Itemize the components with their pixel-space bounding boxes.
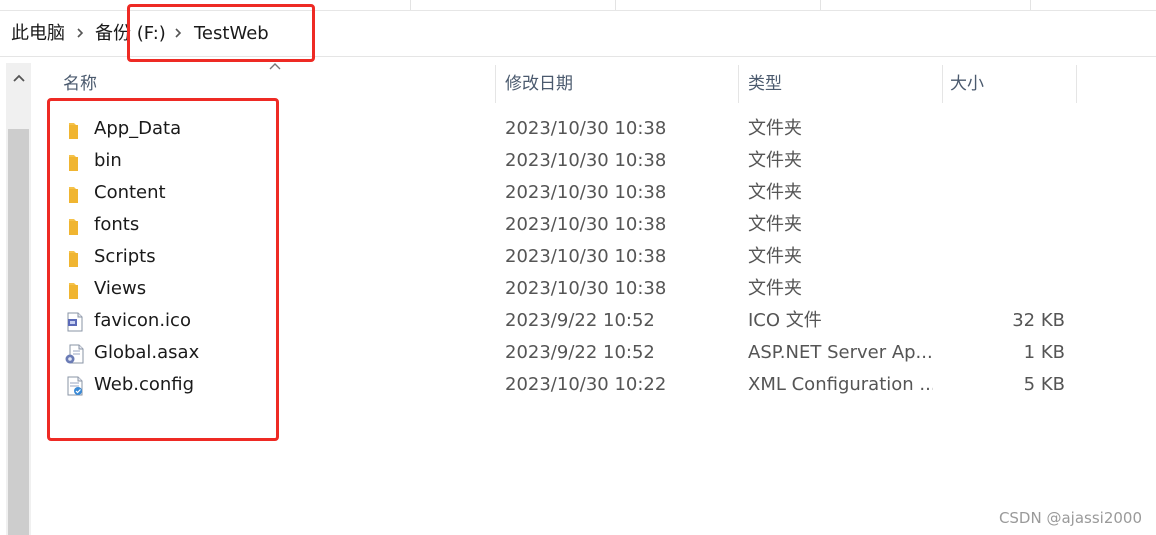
folder-icon <box>69 155 78 171</box>
column-header-name[interactable]: 名称 <box>53 63 495 105</box>
breadcrumb-drive[interactable]: 备份 (F:) <box>95 11 166 56</box>
file-type: 文件夹 <box>748 150 802 171</box>
file-modified: 2023/10/30 10:38 <box>505 214 667 235</box>
vertical-scrollbar[interactable] <box>6 63 31 535</box>
file-size: 5 KB <box>1023 374 1065 395</box>
chevron-right-icon[interactable] <box>170 25 186 41</box>
folder-icon <box>69 219 78 235</box>
file-type: ASP.NET Server Ap... <box>748 342 933 363</box>
file-name: Scripts <box>94 246 156 267</box>
file-type: 文件夹 <box>748 278 802 299</box>
file-modified: 2023/10/30 10:38 <box>505 246 667 267</box>
scrollbar-thumb[interactable] <box>8 129 29 535</box>
file-type: XML Configuration ... <box>748 374 933 395</box>
file-modified: 2023/9/22 10:52 <box>505 342 655 363</box>
file-modified: 2023/10/30 10:38 <box>505 182 667 203</box>
column-header-row: 名称 修改日期 类型 大小 <box>40 63 1156 105</box>
file-modified: 2023/9/22 10:52 <box>505 310 655 331</box>
breadcrumb-current-folder[interactable]: TestWeb <box>194 11 269 56</box>
file-name: favicon.ico <box>94 310 191 331</box>
file-row[interactable]: Web.config 2023/10/30 10:22 XML Configur… <box>40 369 1156 401</box>
file-row[interactable]: App_Data 2023/10/30 10:38 文件夹 <box>40 113 1156 145</box>
file-row[interactable]: Global.asax 2023/9/22 10:52 ASP.NET Serv… <box>40 337 1156 369</box>
address-bar[interactable]: 此电脑 备份 (F:) TestWeb <box>0 11 1156 57</box>
toolbar-divider <box>820 0 821 10</box>
file-modified: 2023/10/30 10:38 <box>505 150 667 171</box>
breadcrumb-this-pc[interactable]: 此电脑 <box>11 11 65 56</box>
file-row[interactable]: favicon.ico 2023/9/22 10:52 ICO 文件 32 KB <box>40 305 1156 337</box>
toolbar-divider <box>615 0 616 10</box>
file-row[interactable]: Views 2023/10/30 10:38 文件夹 <box>40 273 1156 305</box>
scroll-up-button[interactable] <box>6 63 31 93</box>
folder-icon <box>69 123 78 139</box>
toolbar-divider <box>410 0 411 10</box>
column-header-modified[interactable]: 修改日期 <box>495 63 738 105</box>
file-size: 32 KB <box>1012 310 1065 331</box>
file-name: Web.config <box>94 374 195 395</box>
file-type: ICO 文件 <box>748 310 822 331</box>
chevron-up-icon <box>12 74 25 82</box>
file-name: fonts <box>94 214 140 235</box>
file-type: 文件夹 <box>748 214 802 235</box>
folder-icon <box>69 187 78 203</box>
file-name: bin <box>94 150 122 171</box>
file-modified: 2023/10/30 10:38 <box>505 118 667 139</box>
file-name: Views <box>94 278 147 299</box>
file-modified: 2023/10/30 10:38 <box>505 278 667 299</box>
toolbar-divider <box>1030 0 1031 10</box>
folder-icon <box>69 251 78 267</box>
folder-icon <box>69 283 78 299</box>
config-file-icon <box>67 376 83 396</box>
column-header-size[interactable]: 大小 <box>940 63 1076 105</box>
file-name: App_Data <box>94 118 182 139</box>
column-header-type[interactable]: 类型 <box>738 63 942 105</box>
chevron-right-icon[interactable] <box>72 25 88 41</box>
file-row[interactable]: fonts 2023/10/30 10:38 文件夹 <box>40 209 1156 241</box>
file-name: Global.asax <box>94 342 200 363</box>
watermark: CSDN @ajassi2000 <box>998 509 1142 527</box>
file-type: 文件夹 <box>748 246 802 267</box>
file-name: Content <box>94 182 166 203</box>
file-type: 文件夹 <box>748 118 802 139</box>
file-modified: 2023/10/30 10:22 <box>505 374 667 395</box>
toolbar-strip <box>0 0 1156 11</box>
ico-file-icon <box>67 312 83 332</box>
file-row[interactable]: bin 2023/10/30 10:38 文件夹 <box>40 145 1156 177</box>
column-divider[interactable] <box>1076 65 1077 103</box>
asax-file-icon <box>65 344 84 364</box>
file-type: 文件夹 <box>748 182 802 203</box>
file-row[interactable]: Scripts 2023/10/30 10:38 文件夹 <box>40 241 1156 273</box>
file-size: 1 KB <box>1023 342 1065 363</box>
file-row[interactable]: Content 2023/10/30 10:38 文件夹 <box>40 177 1156 209</box>
